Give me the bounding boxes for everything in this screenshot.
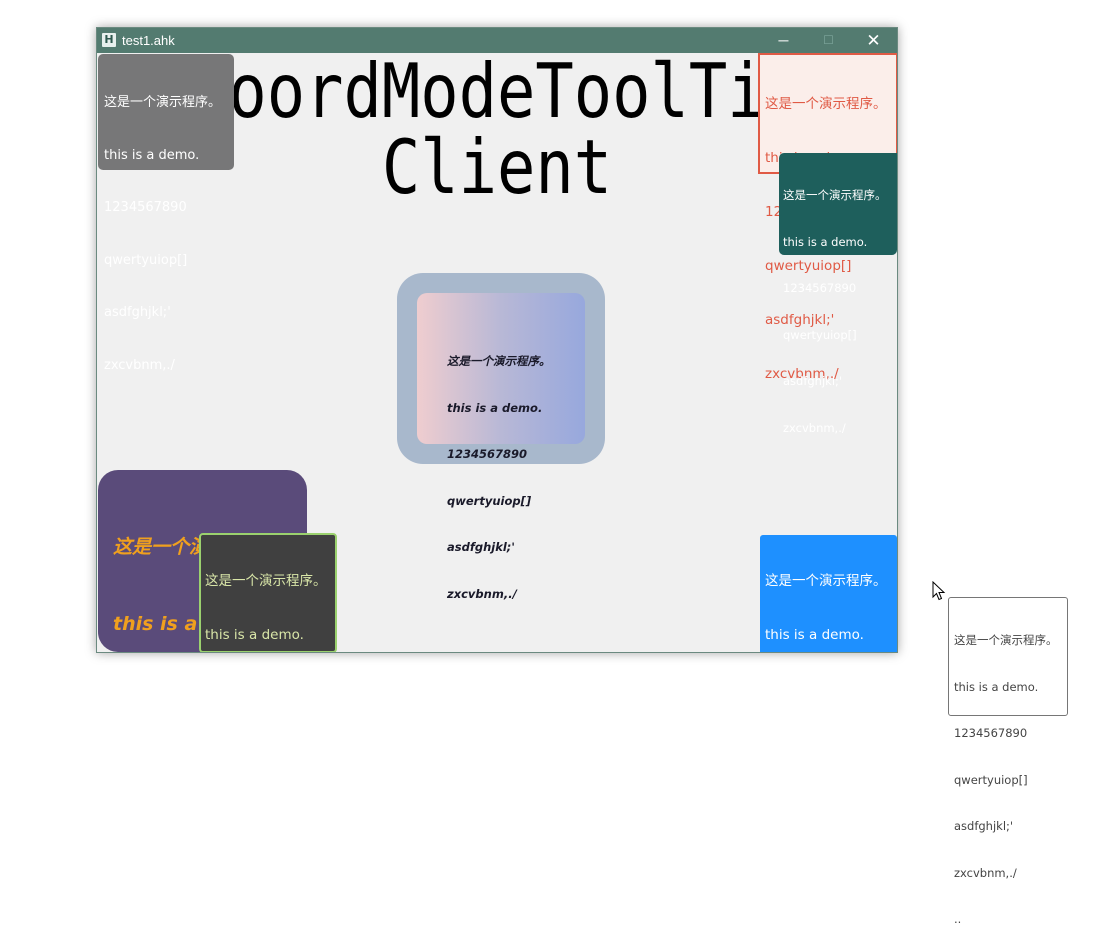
tooltip-teal: 这是一个演示程序。 this is a demo. 1234567890 qwe…: [779, 153, 897, 435]
tooltip-line: 1234567890: [954, 726, 1028, 740]
tooltip-line: asdfghjkl;': [447, 540, 515, 554]
mouse-pointer-icon: [932, 581, 946, 601]
tooltip-line: ..: [954, 912, 962, 926]
tooltip-line: 这是一个演示程序。: [783, 188, 887, 202]
tooltip-line: qwertyuiop[]: [104, 252, 188, 268]
tooltip-line: this is a demo.: [765, 626, 864, 643]
tooltip-line: 这是一个演示程序。: [954, 633, 1058, 647]
tooltip-line: 这是一个演示程序。: [765, 96, 887, 112]
client-area: CoordModeToolTip Client 这是一个演示程序。 this i…: [97, 53, 897, 652]
app-window: H test1.ahk ─ ☐ ✕ CoordModeToolTip Clien…: [96, 27, 898, 653]
tooltip-line: asdfghjkl;': [783, 374, 843, 388]
tooltip-line: zxcvbnm,./: [447, 586, 517, 601]
tooltip-line: asdfghjkl;': [104, 305, 171, 320]
tooltip-line: 这是一个演示程序。: [205, 573, 327, 590]
big-heading-line-1: CoordModeToolTip: [189, 53, 805, 135]
tooltip-line: this is a demo.: [104, 147, 200, 163]
tooltip-blue: 这是一个演示程序。 this is a demo. 1234567890 qwe…: [760, 535, 897, 652]
tooltip-line: this is a demo.: [205, 626, 304, 643]
big-heading: CoordModeToolTip Client: [157, 53, 837, 205]
tooltip-line: 1234567890: [783, 281, 857, 295]
tooltip-line: zxcvbnm,./: [783, 420, 846, 435]
tooltip-line: this is a demo.: [954, 679, 1039, 694]
tooltip-dark: 这是一个演示程序。 this is a demo. 1234567890 qwe…: [199, 533, 337, 652]
tooltip-gray: 这是一个演示程序。 this is a demo. 1234567890 qwe…: [98, 54, 234, 373]
tooltip-line: 1234567890: [104, 200, 187, 215]
tooltip-line: qwertyuiop[]: [954, 772, 1028, 787]
title-bar[interactable]: H test1.ahk ─ ☐ ✕: [97, 28, 897, 53]
big-heading-line-2: Client: [381, 123, 613, 211]
tooltip-line: zxcvbnm,./: [954, 865, 1017, 880]
ahk-app-icon: H: [102, 33, 116, 47]
tooltip-line: qwertyuiop[]: [783, 327, 857, 342]
tooltip-white: 这是一个演示程序。 this is a demo. 1234567890 qwe…: [948, 597, 1068, 926]
tooltip-line: 这是一个演示程序。: [447, 354, 551, 368]
close-button[interactable]: ✕: [851, 28, 896, 53]
minimize-button[interactable]: ─: [761, 28, 806, 53]
tooltip-gradient-body: 这是一个演示程序。 this is a demo. 1234567890 qwe…: [417, 293, 585, 601]
tooltip-line: 这是一个演示程序。: [765, 573, 887, 590]
tooltip-line: zxcvbnm,./: [104, 357, 175, 373]
tooltip-line: 这是一个演示程序。: [104, 95, 222, 110]
tooltip-gradient: 这是一个演示程序。 this is a demo. 1234567890 qwe…: [397, 273, 605, 601]
tooltip-line: this is a demo.: [447, 400, 543, 415]
tooltip-line: asdfghjkl;': [954, 819, 1014, 833]
tooltip-line: 1234567890: [447, 447, 528, 461]
window-title: test1.ahk: [122, 33, 175, 48]
maximize-button[interactable]: ☐: [806, 28, 851, 53]
tooltip-line: qwertyuiop[]: [447, 493, 532, 508]
tooltip-line: this is a demo.: [783, 234, 868, 249]
